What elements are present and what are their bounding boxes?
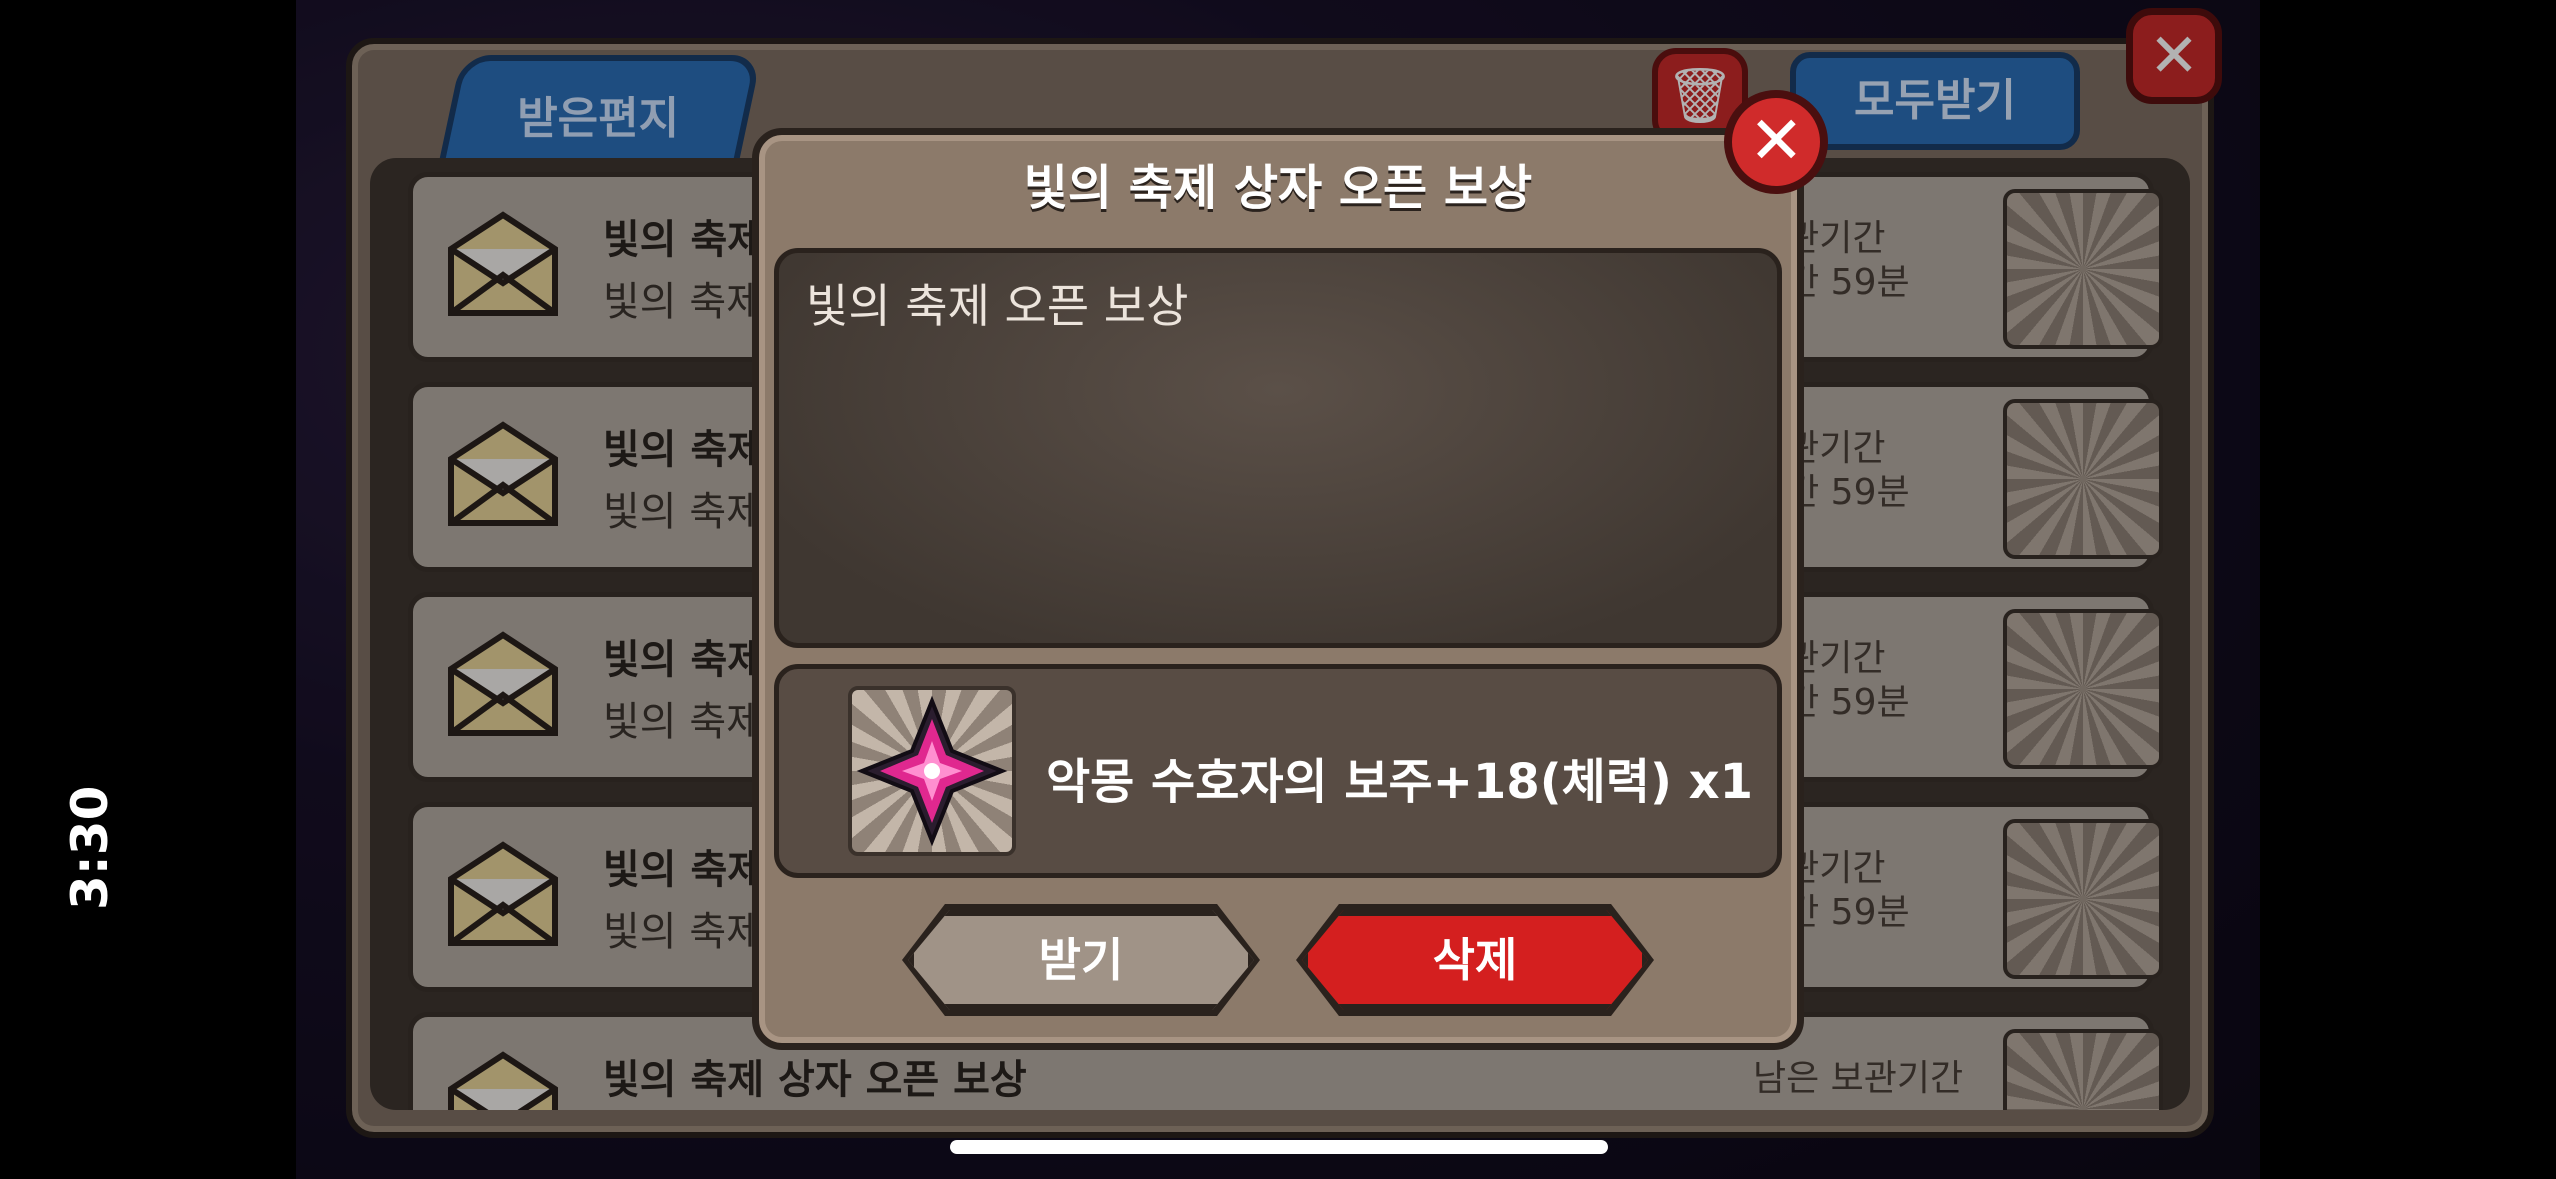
orb-item-icon [848, 686, 1016, 856]
popup-title: 빛의 축제 상자 오픈 보상 [1023, 160, 1533, 216]
home-indicator[interactable] [950, 1140, 1608, 1154]
reward-text: 악몽 수호자의 보주+18(체력) x1 [1046, 754, 1753, 810]
status-time: 3:30 [61, 785, 119, 910]
receive-button[interactable]: 받기 [908, 910, 1254, 1010]
delete-button[interactable]: 삭제 [1302, 910, 1648, 1010]
message-text: 빛의 축제 오픈 보상 [806, 279, 1189, 333]
